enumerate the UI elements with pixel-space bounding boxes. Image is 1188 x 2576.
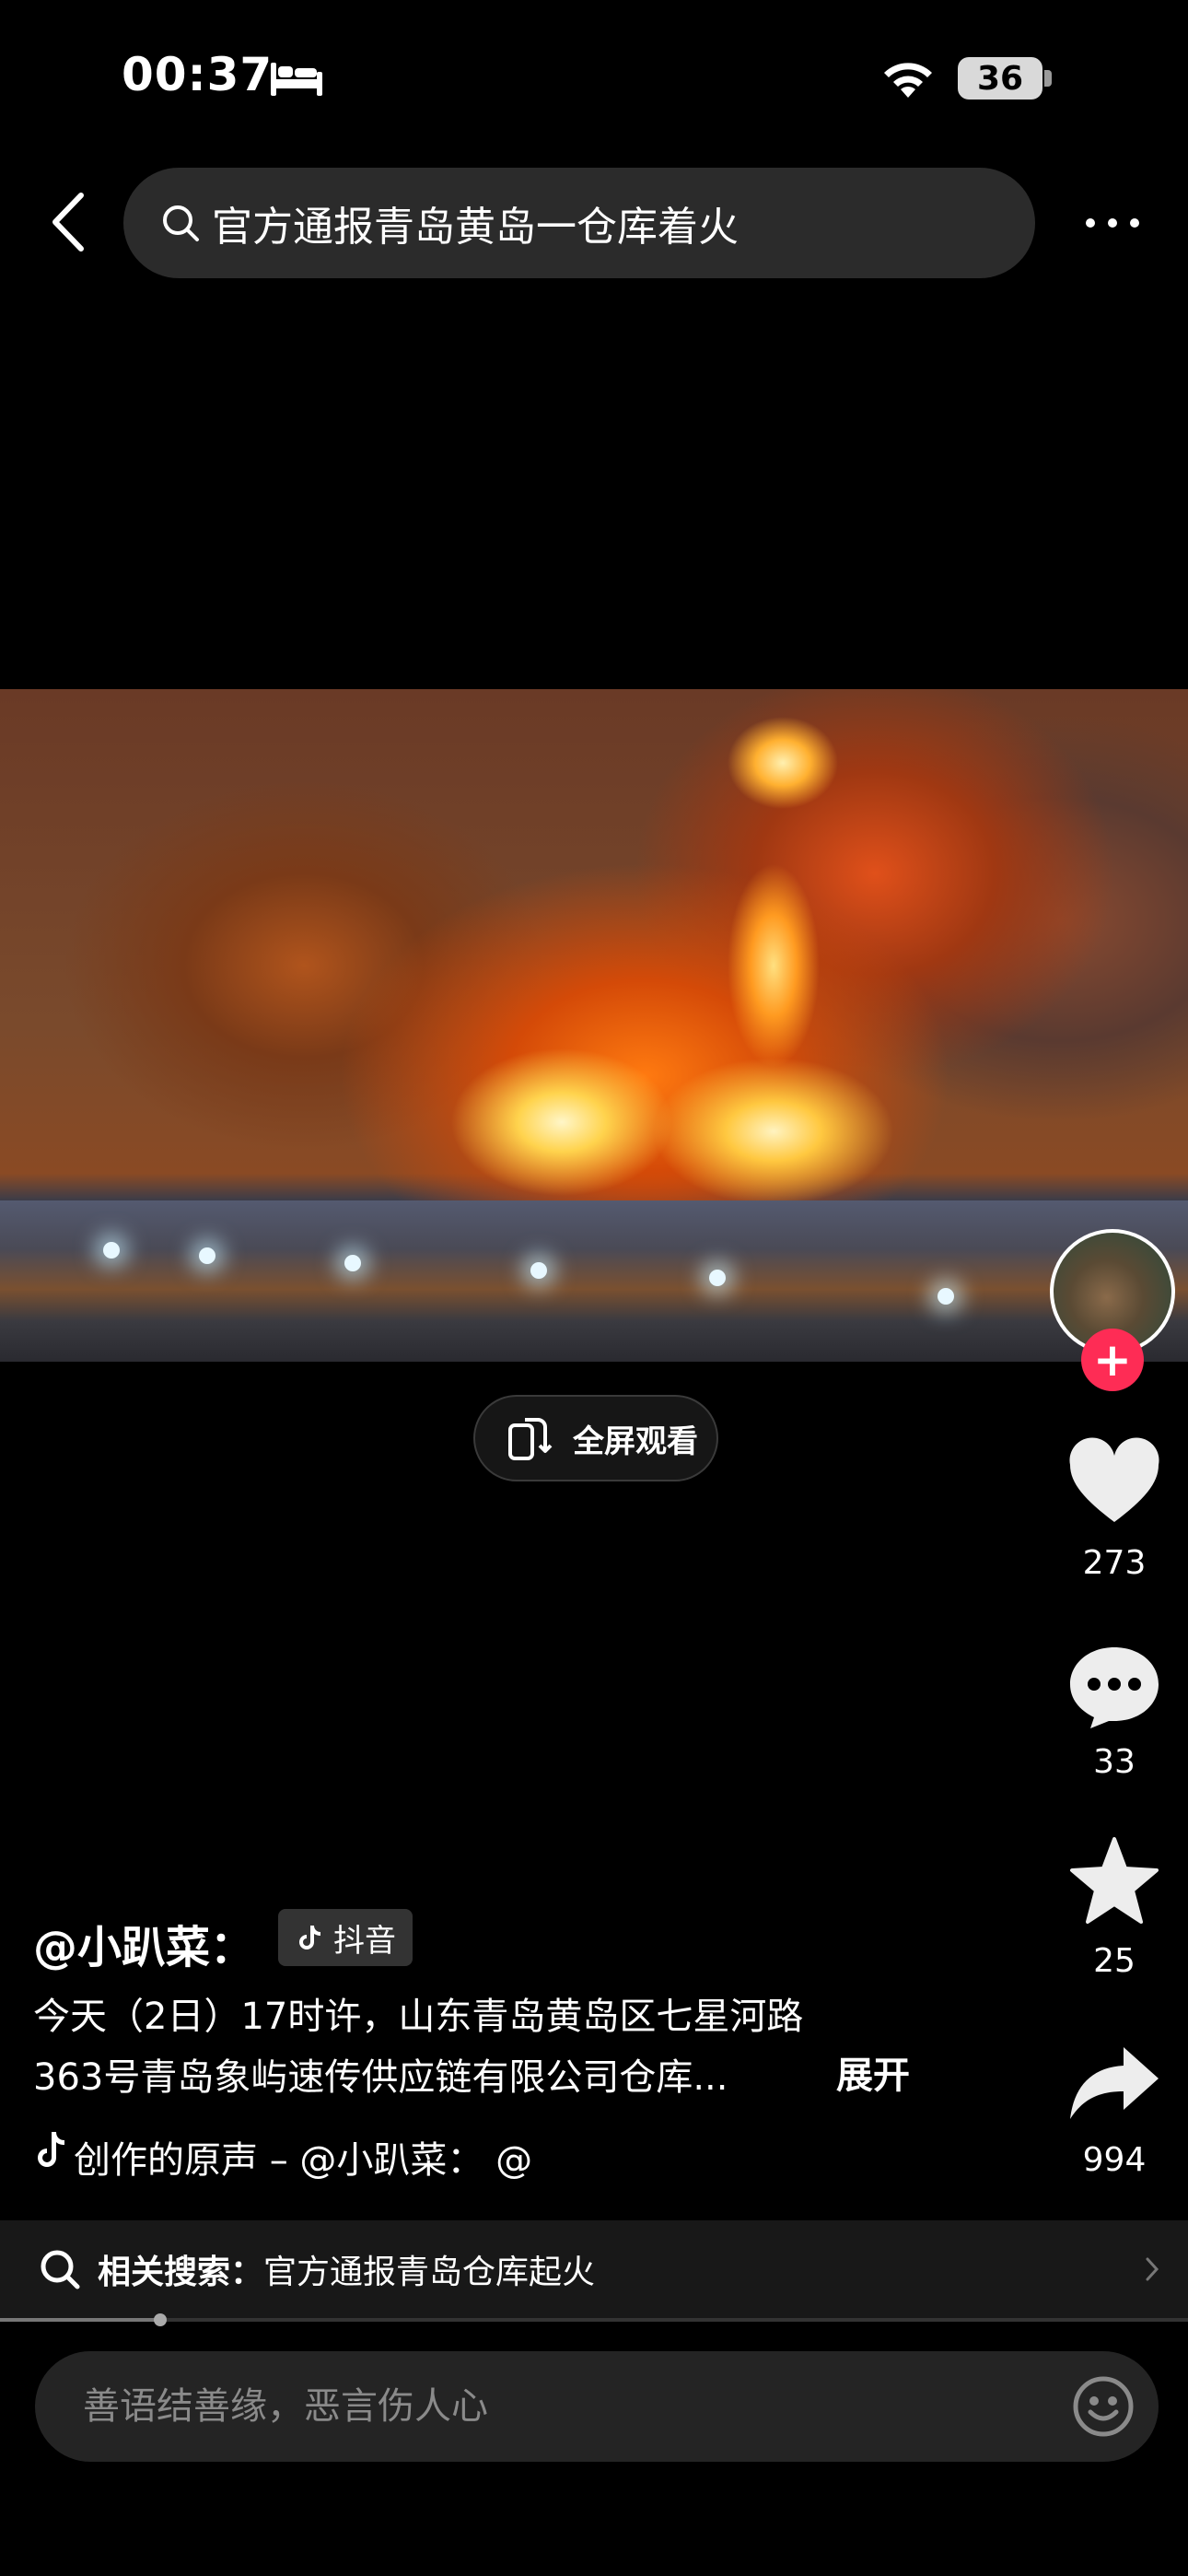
- video-light: [938, 1288, 954, 1305]
- chevron-right-icon: [1146, 2257, 1159, 2281]
- fullscreen-label: 全屏观看: [573, 1423, 698, 1460]
- more-options-icon[interactable]: [1083, 212, 1142, 234]
- video-player[interactable]: [0, 689, 1188, 1362]
- rotate-phone-icon: [508, 1418, 553, 1460]
- follow-button[interactable]: +: [1081, 1329, 1144, 1391]
- share-count: 994: [1082, 2141, 1147, 2179]
- share-arrow-icon[interactable]: [1066, 2040, 1162, 2132]
- video-progress-fill: [0, 2318, 160, 2322]
- video-ground: [0, 1200, 1188, 1362]
- search-icon: [163, 205, 199, 241]
- battery-tip: [1044, 70, 1052, 87]
- comment-input[interactable]: [81, 2384, 1006, 2429]
- search-bar[interactable]: 官方通报青岛黄岛一仓库着火: [123, 168, 1035, 278]
- favorite-count: 25: [1093, 1942, 1136, 1980]
- emoji-icon[interactable]: [1072, 2375, 1135, 2438]
- wifi-icon: [884, 63, 932, 98]
- music-note-icon: [38, 2132, 64, 2167]
- expand-button[interactable]: 展开: [836, 2045, 910, 2099]
- fullscreen-button[interactable]: 全屏观看: [473, 1395, 718, 1481]
- comment-box[interactable]: [35, 2351, 1159, 2462]
- search-query: 官方通报青岛黄岛一仓库着火: [212, 204, 739, 251]
- video-light: [103, 1242, 120, 1259]
- music-title[interactable]: 创作的原声 – @小趴菜： @: [74, 2130, 532, 2184]
- comment-bubble-icon[interactable]: [1066, 1640, 1162, 1732]
- video-progress-knob[interactable]: [154, 2313, 167, 2326]
- douyin-badge-label: 抖音: [333, 1922, 396, 1960]
- video-progress-track[interactable]: [0, 2318, 1188, 2322]
- related-search-label: 相关搜索：: [98, 2254, 264, 2291]
- like-count: 273: [1082, 1544, 1147, 1582]
- favorite-star-icon[interactable]: [1066, 1835, 1162, 1927]
- search-icon: [41, 2250, 80, 2289]
- author-name[interactable]: @小趴菜：: [33, 1911, 254, 1975]
- back-icon[interactable]: [46, 190, 92, 254]
- related-search-query: 官方通报青岛仓库起火: [263, 2254, 596, 2291]
- status-time: 00:37: [122, 48, 274, 101]
- comment-count: 33: [1093, 1743, 1136, 1781]
- video-light: [344, 1255, 361, 1271]
- sleep-focus-icon: [271, 63, 322, 96]
- battery-indicator: 36: [958, 57, 1042, 100]
- like-heart-icon[interactable]: [1066, 1437, 1162, 1529]
- douyin-badge: 抖音: [278, 1909, 413, 1966]
- video-light: [199, 1247, 215, 1264]
- douyin-logo-icon: [299, 1926, 320, 1950]
- description-line-1: 今天（2日）17时许，山东青岛黄岛区七星河路: [33, 1996, 804, 2038]
- video-light: [530, 1262, 547, 1279]
- description-line-2: 363号青岛象屿速传供应链有限公司仓库...: [33, 2056, 728, 2099]
- related-search-bar[interactable]: 相关搜索： 官方通报青岛仓库起火: [0, 2220, 1188, 2318]
- video-light: [709, 1270, 726, 1286]
